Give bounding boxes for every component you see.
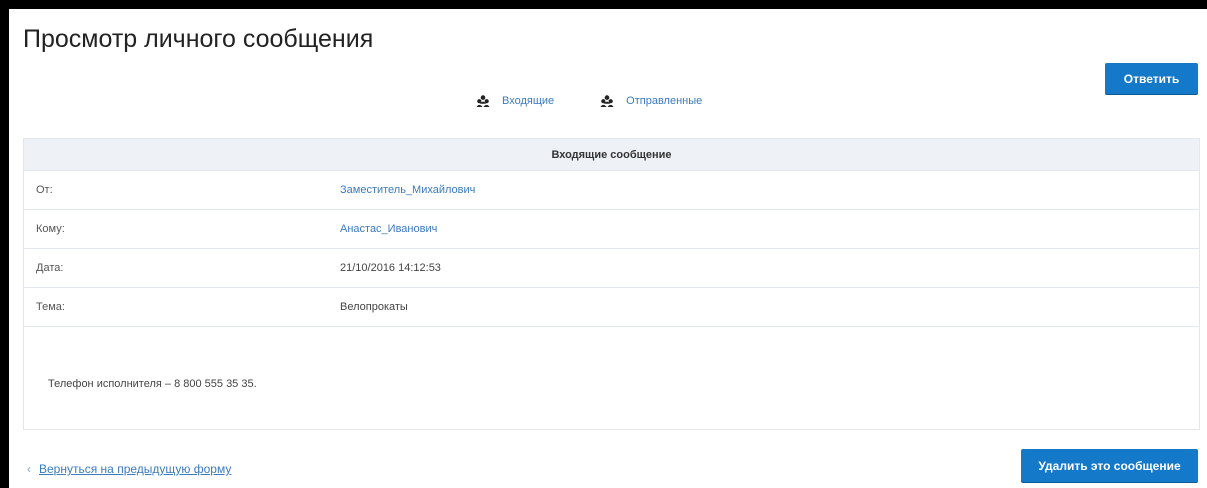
field-label: Дата:	[36, 262, 64, 274]
nav-inbox-link[interactable]: Входящие	[476, 95, 554, 107]
nav-sent-link[interactable]: Отправленные	[600, 95, 702, 107]
chevron-left-icon: ‹	[27, 462, 31, 476]
back-link[interactable]: ‹ Вернуться на предыдущую форму	[27, 462, 231, 476]
page-title: Просмотр личного сообщения	[23, 25, 374, 53]
sender-link[interactable]: Заместитель_Михайлович	[340, 171, 475, 209]
field-row-from: От: Заместитель_Михайлович	[24, 171, 1199, 210]
recipient-link[interactable]: Анастас_Иванович	[340, 210, 437, 248]
field-label: Кому:	[36, 223, 65, 235]
field-label: От:	[36, 184, 53, 196]
reply-button[interactable]: Ответить	[1105, 63, 1198, 94]
nav-sent-label: Отправленные	[626, 95, 703, 107]
page-frame: Просмотр личного сообщения Ответить Вход…	[9, 9, 1207, 488]
subject-value: Велопрокаты	[340, 301, 408, 313]
message-folder-nav: Входящие Отправленные	[476, 95, 748, 107]
field-row-to: Кому: Анастас_Иванович	[24, 210, 1199, 249]
field-label: Тема:	[36, 301, 65, 313]
field-row-subject: Тема: Велопрокаты	[24, 288, 1199, 327]
message-card-header: Входящие сообщение	[24, 139, 1199, 171]
message-card: Входящие сообщение От: Заместитель_Михай…	[23, 138, 1200, 430]
users-icon	[600, 95, 614, 107]
field-row-date: Дата: 21/10/2016 14:12:53	[24, 249, 1199, 288]
delete-message-button[interactable]: Удалить это сообщение	[1021, 449, 1198, 482]
nav-inbox-label: Входящие	[502, 95, 555, 107]
back-link-label: Вернуться на предыдущую форму	[39, 462, 232, 476]
message-body: Телефон исполнителя – 8 800 555 35 35.	[48, 378, 257, 390]
date-value: 21/10/2016 14:12:53	[340, 262, 441, 274]
users-icon	[476, 95, 490, 107]
